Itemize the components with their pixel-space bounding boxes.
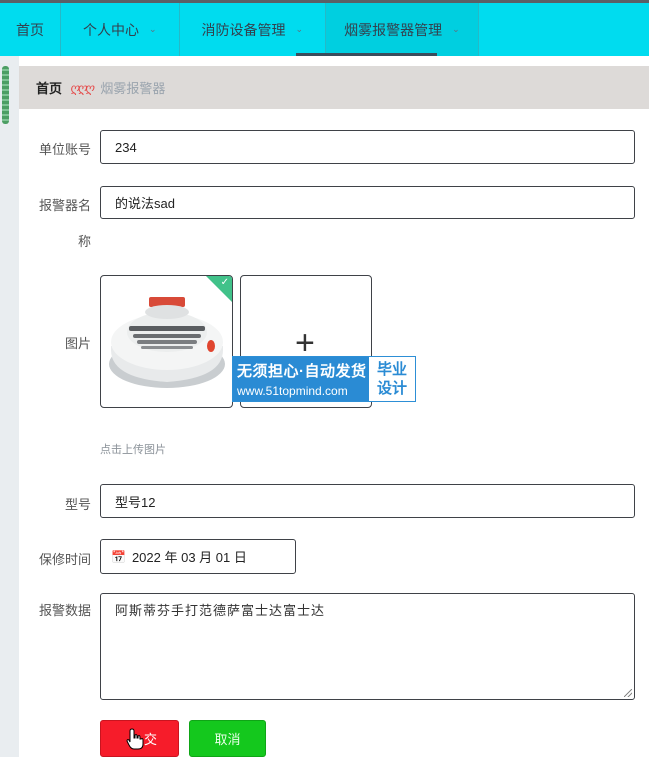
watermark-right1: 毕业 [376, 361, 407, 378]
nav-item-home[interactable]: 首页 [0, 3, 61, 56]
breadcrumb: 首页 ღღღ 烟雾报警器 [19, 66, 649, 109]
chevron-down-icon: ⌄ [452, 24, 460, 34]
breadcrumb-home[interactable]: 首页 [36, 78, 62, 97]
form-warranty-label: 保修时间 [38, 552, 91, 567]
upload-hint: 点击上传图片 [100, 444, 166, 456]
form-alarm-data-label: 报警数据 [38, 603, 91, 618]
watermark-right2: 设计 [376, 380, 407, 397]
hand-cursor-icon [126, 728, 144, 750]
unit-account-input[interactable]: 234 [100, 130, 635, 164]
nav-item-label: 消防设备管理 [201, 21, 286, 38]
model-input[interactable]: 型号12 [100, 484, 635, 518]
chevron-down-icon: ⌄ [149, 24, 157, 34]
watermark-line1: 无须担心·自动发货 [237, 363, 367, 380]
breadcrumb-separator-icon: ღღღ [70, 80, 94, 95]
left-sidebar-strip [0, 56, 19, 757]
watermark-line2: www.51topmind.com [237, 384, 348, 398]
chevron-down-icon: ⌄ [295, 24, 304, 34]
plus-icon: + [295, 324, 315, 362]
submit-button-label: 交 [143, 732, 157, 747]
nav-item-fire-equipment[interactable]: 消防设备管理 ⌄ [180, 3, 327, 56]
form-alarm-name-label-cont: 称 [77, 234, 91, 249]
alarm-data-textarea[interactable]: 阿斯蒂芬手打范德萨富士达富士达 [100, 593, 635, 700]
form-image-label: 图片 [64, 336, 91, 351]
unit-account-value: 234 [115, 139, 137, 155]
calendar-icon: 📅 [111, 549, 126, 564]
alarm-name-value: 的说法sad [115, 196, 175, 211]
form-model-label: 型号 [64, 497, 91, 512]
check-icon: ✓ [220, 277, 229, 288]
nav-item-label: 首页 [16, 21, 44, 38]
nav-item-label: 烟雾报警器管理 [344, 21, 443, 38]
warranty-date-picker[interactable]: 📅 2022 年 03 月 01 日 [100, 539, 296, 574]
watermark-left: 无须担心·自动发货 www.51topmind.com [233, 357, 369, 401]
cancel-button[interactable]: 取消 [189, 720, 266, 757]
breadcrumb-current: 烟雾报警器 [100, 81, 166, 96]
warranty-date-value: 2022 年 03 月 01 日 [131, 550, 247, 565]
cancel-button-label: 取消 [214, 732, 241, 747]
form-alarm-name-label: 报警器名 [38, 198, 91, 213]
uploaded-image-card[interactable]: ✓ [100, 275, 233, 408]
top-nav: 首页 个人中心 ⌄ 消防设备管理 ⌄ 烟雾报警器管理 ⌄ [0, 0, 649, 56]
form-unit-account-label: 单位账号 [38, 142, 91, 157]
alarm-data-value: 阿斯蒂芬手打范德萨富士达富士达 [115, 603, 326, 618]
watermark-overlay: 无须担心·自动发货 www.51topmind.com 毕业 设计 [232, 356, 416, 402]
nav-item-personal-center[interactable]: 个人中心 ⌄ [61, 3, 180, 56]
nav-item-smoke-alarm[interactable]: 烟雾报警器管理 ⌄ [326, 3, 479, 56]
watermark-right: 毕业 设计 [369, 357, 415, 401]
alarm-name-input[interactable]: 的说法sad [100, 186, 635, 219]
resize-grip-icon[interactable] [624, 689, 632, 697]
scroll-handle[interactable] [2, 66, 9, 124]
nav-active-indicator [296, 53, 437, 56]
model-value: 型号12 [115, 494, 156, 510]
nav-item-label: 个人中心 [83, 21, 139, 38]
